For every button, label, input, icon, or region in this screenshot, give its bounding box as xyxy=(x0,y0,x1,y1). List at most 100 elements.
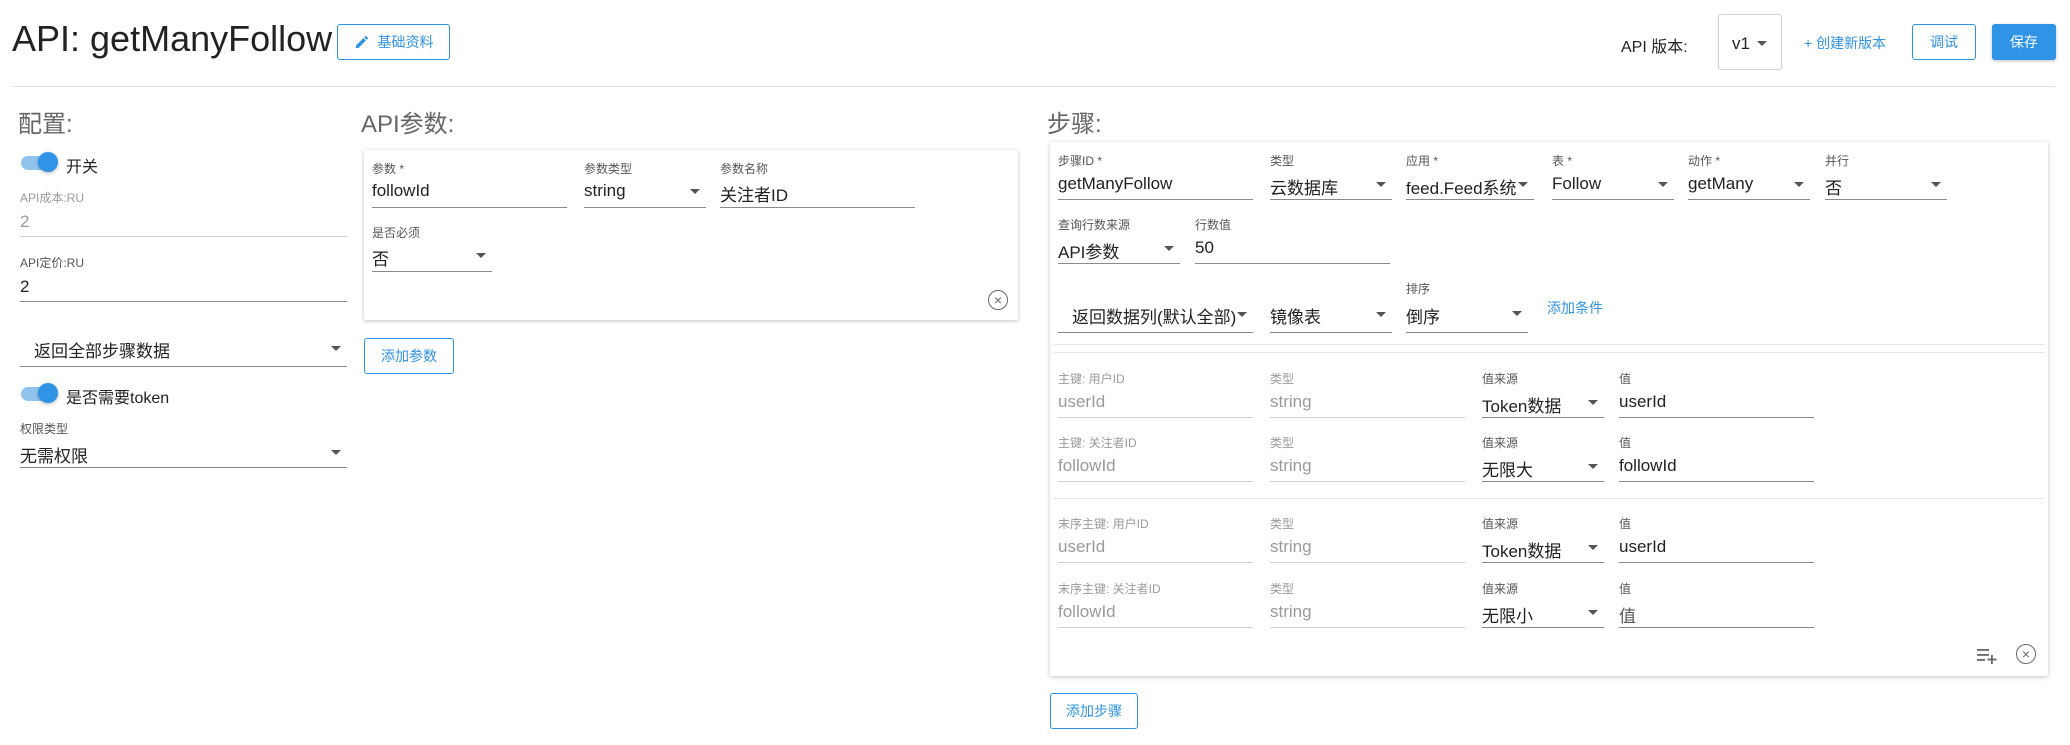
key-field: 主键: 关注者ID followId xyxy=(1058,434,1253,482)
step-type-select[interactable]: 类型 云数据库 xyxy=(1270,152,1392,200)
param-required-select[interactable]: 是否必须 否 xyxy=(372,224,492,272)
key-source-value: 无限大 xyxy=(1482,461,1533,480)
add-step-button[interactable]: 添加步骤 xyxy=(1050,693,1138,729)
step-card: 步骤ID * getManyFollow 类型 云数据库 应用 * feed.F… xyxy=(1050,142,2048,676)
steps-title: 步骤: xyxy=(1047,111,1102,138)
param-field[interactable]: 参数 * followId xyxy=(372,160,567,208)
sort-value: 倒序 xyxy=(1406,308,1440,327)
token-toggle[interactable] xyxy=(21,383,58,403)
params-title: API参数: xyxy=(361,111,455,138)
key-value-field[interactable]: 值 userId xyxy=(1619,370,1814,418)
close-circle-icon[interactable]: × xyxy=(2016,644,2036,664)
param-required-label: 是否必须 xyxy=(372,226,421,240)
debug-button[interactable]: 调试 xyxy=(1912,24,1976,60)
basic-info-button[interactable]: 基础资料 xyxy=(337,24,450,60)
key-value-field[interactable]: 值 followId xyxy=(1619,434,1814,482)
key-source-label: 值来源 xyxy=(1482,517,1519,531)
key-type-value: string xyxy=(1270,602,1312,621)
chevron-down-icon xyxy=(1376,182,1386,187)
step-table-select[interactable]: 表 * Follow xyxy=(1552,152,1674,200)
chevron-down-icon xyxy=(1658,182,1668,187)
token-label: 是否需要token xyxy=(66,390,170,407)
key-value-input: followId xyxy=(1619,456,1677,475)
step-id-field[interactable]: 步骤ID * getManyFollow xyxy=(1058,152,1253,200)
api-price-label: API定价:RU xyxy=(20,256,85,270)
api-cost-field: API成本:RU 2 xyxy=(20,189,347,237)
switch-label: 开关 xyxy=(66,159,99,176)
param-name-field[interactable]: 参数名称 关注者ID xyxy=(720,160,915,208)
rows-source-select[interactable]: 查询行数来源 API参数 xyxy=(1058,216,1180,264)
rows-value-field[interactable]: 行数值 50 xyxy=(1195,216,1390,264)
key-source-select[interactable]: 值来源 无限大 xyxy=(1482,434,1604,482)
key-source-select[interactable]: 值来源 无限小 xyxy=(1482,580,1604,628)
param-type-select[interactable]: 参数类型 string xyxy=(584,160,706,208)
step-action-select[interactable]: 动作 * getMany xyxy=(1688,152,1810,200)
param-label: 参数 * xyxy=(372,162,405,176)
permission-value: 无需权限 xyxy=(20,447,88,466)
key-field: 末序主键: 关注者ID followId xyxy=(1058,580,1253,628)
key-value-label: 值 xyxy=(1619,436,1632,450)
rows-source-value: API参数 xyxy=(1058,243,1120,262)
key-value: followId xyxy=(1058,602,1116,621)
param-type-label: 参数类型 xyxy=(584,162,633,176)
step-id-label: 步骤ID * xyxy=(1058,154,1103,168)
key-value-field[interactable]: 值 值 xyxy=(1619,580,1814,628)
section-divider xyxy=(1054,344,2044,345)
return-columns-select[interactable]: 返回数据列(默认全部) xyxy=(1058,292,1253,333)
playlist-add-icon[interactable] xyxy=(1976,646,1998,664)
key-value-label: 值 xyxy=(1619,372,1632,386)
step-action-label: 动作 * xyxy=(1688,154,1721,168)
return-data-select[interactable]: 返回全部步骤数据 xyxy=(20,326,347,367)
key-label: 主键: 关注者ID xyxy=(1058,436,1137,450)
add-condition-button[interactable]: 添加条件 xyxy=(1547,298,1603,318)
key-type-label: 类型 xyxy=(1270,436,1295,450)
mirror-table-select[interactable]: 镜像表 xyxy=(1270,292,1392,333)
key-value: userId xyxy=(1058,537,1106,556)
key-label: 末序主键: 关注者ID xyxy=(1058,582,1161,596)
sort-select[interactable]: 排序 倒序 xyxy=(1406,280,1528,333)
chevron-down-icon xyxy=(1931,182,1941,187)
chevron-down-icon xyxy=(1794,182,1804,187)
add-param-button[interactable]: 添加参数 xyxy=(364,338,454,374)
key-value-input: 值 xyxy=(1619,607,1636,626)
step-type-label: 类型 xyxy=(1270,154,1295,168)
save-button[interactable]: 保存 xyxy=(1992,24,2056,60)
basic-info-label: 基础资料 xyxy=(377,34,434,50)
chevron-down-icon xyxy=(1588,464,1598,469)
chevron-down-icon xyxy=(1164,246,1174,251)
step-action-value: getMany xyxy=(1688,174,1754,193)
debug-label: 调试 xyxy=(1930,34,1958,50)
key-type-value: string xyxy=(1270,537,1312,556)
step-app-select[interactable]: 应用 * feed.Feed系统 xyxy=(1406,152,1534,200)
step-id-value: getManyFollow xyxy=(1058,174,1173,193)
step-table-value: Follow xyxy=(1552,174,1602,193)
key-field: 主键: 用户ID userId xyxy=(1058,370,1253,418)
key-field: 末序主键: 用户ID userId xyxy=(1058,515,1253,563)
permission-label: 权限类型 xyxy=(20,422,69,436)
close-circle-icon[interactable]: × xyxy=(988,290,1008,310)
key-value-field[interactable]: 值 userId xyxy=(1619,515,1814,563)
key-type-field: 类型 string xyxy=(1270,580,1465,628)
key-type-label: 类型 xyxy=(1270,582,1295,596)
key-value-input: userId xyxy=(1619,392,1667,411)
switch-toggle[interactable] xyxy=(21,152,58,172)
save-label: 保存 xyxy=(2010,34,2038,50)
return-columns-value: 返回数据列(默认全部) xyxy=(1072,308,1237,327)
step-app-value: feed.Feed系统 xyxy=(1406,179,1517,198)
api-price-field[interactable]: API定价:RU 2 xyxy=(20,254,347,302)
step-parallel-label: 并行 xyxy=(1825,154,1850,168)
param-card: 参数 * followId 参数类型 string 参数名称 关注者ID 是否必… xyxy=(364,150,1018,320)
version-select[interactable]: v1 xyxy=(1718,14,1782,70)
key-row: 末序主键: 关注者ID followId 类型 string 值来源 无限小 值… xyxy=(1050,580,2048,630)
key-source-select[interactable]: 值来源 Token数据 xyxy=(1482,515,1604,563)
key-value: userId xyxy=(1058,392,1106,411)
key-type-value: string xyxy=(1270,456,1312,475)
permission-select[interactable]: 权限类型 无需权限 xyxy=(20,420,347,468)
key-source-select[interactable]: 值来源 Token数据 xyxy=(1482,370,1604,418)
key-type-label: 类型 xyxy=(1270,517,1295,531)
chevron-down-icon xyxy=(1237,312,1247,317)
step-parallel-select[interactable]: 并行 否 xyxy=(1825,152,1947,200)
create-version-button[interactable]: + 创建新版本 xyxy=(1804,33,1886,53)
key-label: 主键: 用户ID xyxy=(1058,372,1125,386)
key-value: followId xyxy=(1058,456,1116,475)
